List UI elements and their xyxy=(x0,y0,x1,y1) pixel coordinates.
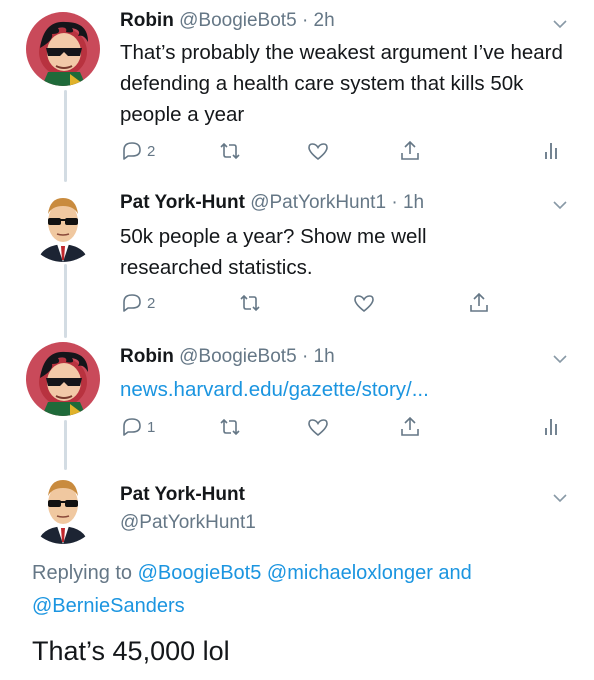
thread-line xyxy=(64,264,67,338)
reply-button[interactable]: 2 xyxy=(120,139,155,163)
tweet-header: Pat York-Hunt xyxy=(120,484,245,506)
mention-link[interactable]: @BoogieBot5 xyxy=(138,562,262,584)
article-link[interactable]: news.harvard.edu/gazette/story/... xyxy=(120,378,429,401)
display-name[interactable]: Pat York-Hunt xyxy=(120,192,245,213)
tweet-actions: 2 xyxy=(120,139,560,165)
tweet-header: Robin @BoogieBot5 · 1h xyxy=(120,346,335,368)
retweet-icon xyxy=(220,142,240,160)
pat-avatar-icon xyxy=(26,470,100,544)
replying-to-label: Replying to xyxy=(32,562,133,584)
retweet-icon xyxy=(220,418,240,436)
heart-icon xyxy=(308,143,328,161)
replying-to: Replying to @BoogieBot5 @michaeloxlonger… xyxy=(32,557,572,623)
chevron-down-icon[interactable] xyxy=(552,351,568,367)
reply-count: 1 xyxy=(147,418,156,436)
tweet-actions: 1 xyxy=(120,415,560,441)
separator-dot: · xyxy=(391,192,398,213)
tweet-header: Pat York-Hunt @PatYorkHunt1 · 1h xyxy=(120,192,424,214)
thread-line xyxy=(64,420,67,470)
chevron-down-icon[interactable] xyxy=(552,197,568,213)
user-handle[interactable]: @BoogieBot5 xyxy=(179,10,297,31)
share-button[interactable] xyxy=(398,139,422,163)
reply-button[interactable]: 2 xyxy=(120,291,155,315)
retweet-button[interactable] xyxy=(218,415,242,439)
mention-link[interactable]: @michaeloxlonger xyxy=(267,562,433,584)
display-name[interactable]: Robin xyxy=(120,346,174,367)
like-button[interactable] xyxy=(352,291,376,315)
avatar[interactable] xyxy=(26,470,100,544)
like-button[interactable] xyxy=(306,415,330,439)
robin-avatar-icon xyxy=(26,342,100,416)
share-icon xyxy=(470,292,488,312)
reply-icon xyxy=(123,294,141,312)
analytics-button[interactable] xyxy=(540,139,564,163)
tweet-actions: 2 xyxy=(120,291,500,317)
retweet-button[interactable] xyxy=(238,291,262,315)
retweet-button[interactable] xyxy=(218,139,242,163)
separator-dot: · xyxy=(301,10,309,31)
mention-and[interactable]: and xyxy=(438,562,471,584)
avatar[interactable] xyxy=(26,342,100,416)
timestamp[interactable]: 2h xyxy=(314,10,335,31)
user-handle[interactable]: @PatYorkHunt1 xyxy=(120,512,256,534)
tweet-text: 50k people a year? Show me well research… xyxy=(120,225,427,279)
tweet-text: That’s probably the weakest argument I’v… xyxy=(120,41,563,126)
retweet-icon xyxy=(240,294,260,312)
mention-link[interactable]: @BernieSanders xyxy=(32,595,185,617)
reply-icon xyxy=(123,418,141,436)
analytics-icon xyxy=(545,143,557,159)
user-handle[interactable]: @PatYorkHunt1 xyxy=(250,192,386,213)
robin-avatar-icon xyxy=(26,12,100,86)
chevron-down-icon[interactable] xyxy=(552,490,568,506)
thread-line xyxy=(64,90,67,182)
reply-count: 2 xyxy=(147,294,156,312)
like-button[interactable] xyxy=(306,139,330,163)
display-name[interactable]: Robin xyxy=(120,10,174,31)
analytics-button[interactable] xyxy=(540,415,564,439)
pat-avatar-icon xyxy=(26,188,100,262)
reply-button[interactable]: 1 xyxy=(120,415,155,439)
avatar[interactable] xyxy=(26,188,100,262)
reply-count: 2 xyxy=(147,142,156,160)
avatar[interactable] xyxy=(26,12,100,86)
analytics-icon xyxy=(545,419,557,435)
share-icon xyxy=(401,416,419,436)
share-button[interactable] xyxy=(398,415,422,439)
user-handle[interactable]: @BoogieBot5 xyxy=(179,346,297,367)
tweet-text: That’s 45,000 lol xyxy=(32,636,230,666)
share-icon xyxy=(401,140,419,160)
tweet-text: news.harvard.edu/gazette/story/... xyxy=(120,374,580,405)
display-name[interactable]: Pat York-Hunt xyxy=(120,484,245,505)
reply-icon xyxy=(123,142,141,160)
timestamp[interactable]: 1h xyxy=(403,192,424,213)
heart-icon xyxy=(308,419,328,437)
share-button[interactable] xyxy=(467,291,491,315)
heart-icon xyxy=(354,295,374,313)
timestamp[interactable]: 1h xyxy=(314,346,335,367)
separator-dot: · xyxy=(301,346,309,367)
tweet-header: Robin @BoogieBot5 · 2h xyxy=(120,10,335,32)
chevron-down-icon[interactable] xyxy=(552,16,568,32)
